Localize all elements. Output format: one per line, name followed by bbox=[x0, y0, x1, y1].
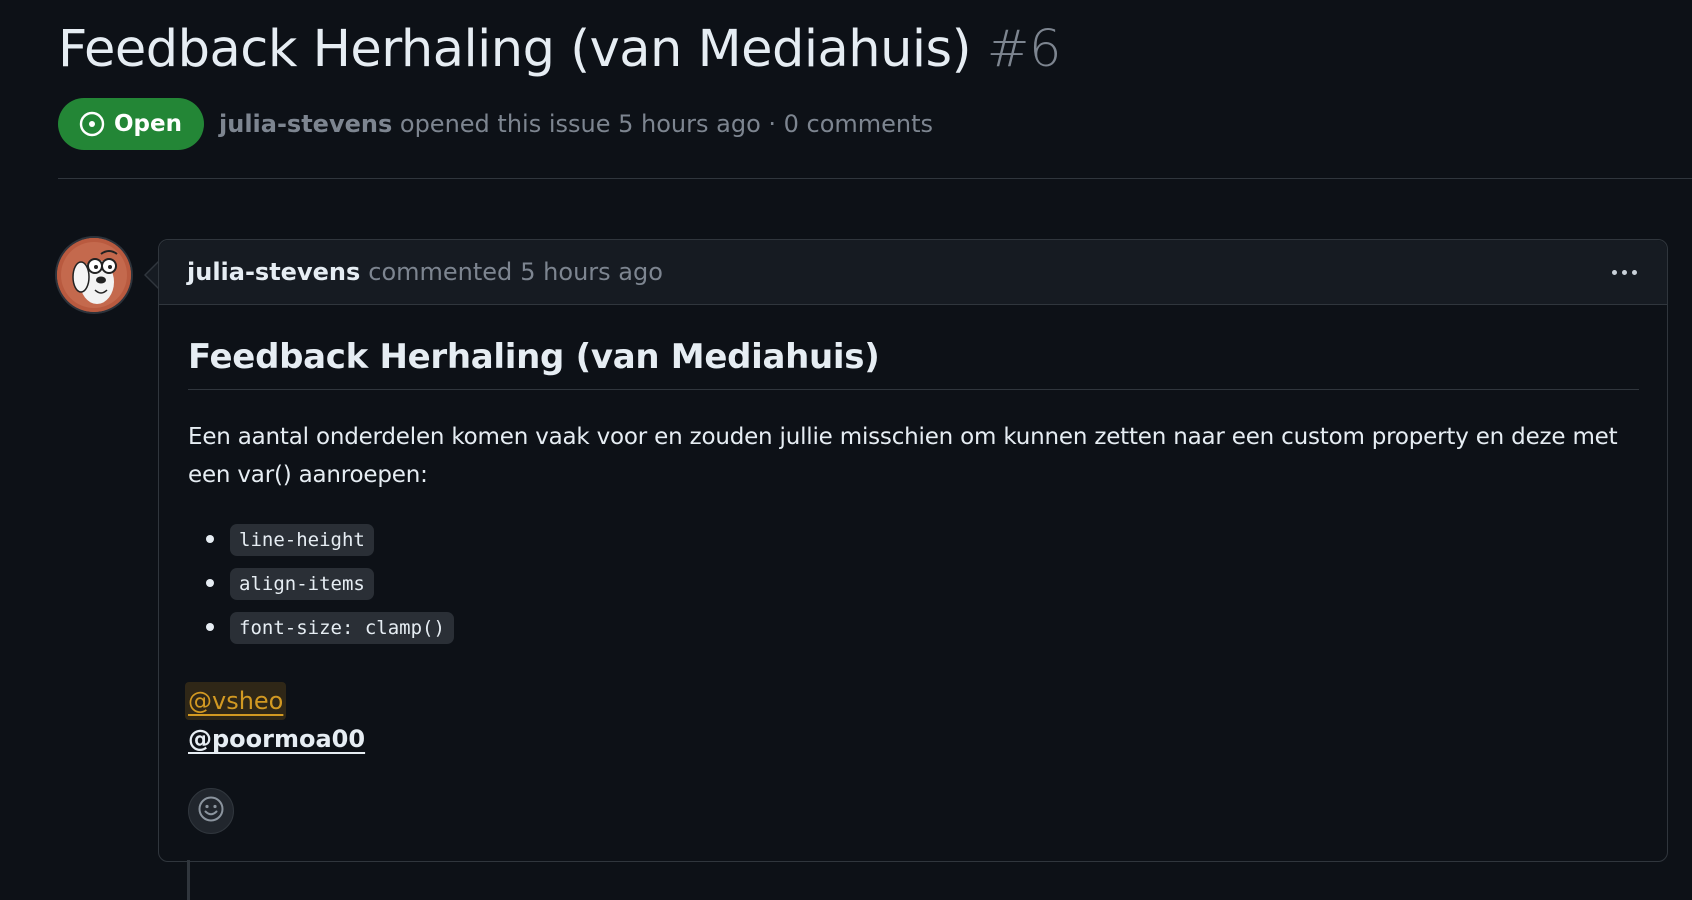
property-list: line-height align-items font-size: clamp… bbox=[188, 518, 1639, 650]
avatar[interactable] bbox=[57, 238, 131, 312]
comment-action: commented bbox=[368, 258, 513, 286]
issue-author-link[interactable]: julia-stevens bbox=[219, 110, 392, 138]
comment-paragraph: Een aantal onderdelen komen vaak voor en… bbox=[188, 424, 1618, 488]
comment-box: julia-stevens commented 5 hours ago Feed… bbox=[158, 239, 1668, 862]
kebab-dot bbox=[1632, 269, 1637, 275]
code-snippet: line-height bbox=[230, 524, 374, 556]
smiley-icon bbox=[197, 795, 225, 827]
kebab-horizontal-icon[interactable] bbox=[1608, 262, 1641, 283]
list-item: align-items bbox=[206, 562, 1639, 606]
code-snippet: align-items bbox=[230, 568, 374, 600]
user-mention-vsheo[interactable]: @vsheo bbox=[185, 682, 287, 720]
list-item: line-height bbox=[206, 518, 1639, 562]
status-badge: Open bbox=[58, 98, 204, 150]
code-snippet: font-size: clamp() bbox=[230, 612, 454, 644]
issue-header: Feedback Herhaling (van Mediahuis) #6 bbox=[58, 14, 1692, 86]
issue-opened-info: opened this issue 5 hours ago · 0 commen… bbox=[399, 110, 934, 138]
issue-meta-text: julia-stevens opened this issue 5 hours … bbox=[219, 110, 933, 138]
add-reaction-button[interactable] bbox=[188, 788, 234, 834]
list-bullet bbox=[206, 579, 214, 587]
issue-opened-icon bbox=[79, 111, 105, 137]
comment-heading: Feedback Herhaling (van Mediahuis) bbox=[188, 337, 1639, 390]
list-bullet bbox=[206, 535, 214, 543]
mentions: @vsheo @poormoa00 bbox=[185, 682, 1639, 758]
comment-timestamp[interactable]: 5 hours ago bbox=[520, 258, 663, 286]
comment-author-link[interactable]: julia-stevens bbox=[187, 258, 360, 286]
issue-number: #6 bbox=[986, 20, 1062, 79]
header-divider bbox=[58, 178, 1692, 179]
timeline-line bbox=[187, 860, 190, 900]
comment-body: Feedback Herhaling (van Mediahuis) Een a… bbox=[159, 305, 1667, 834]
kebab-dot bbox=[1612, 269, 1617, 275]
issue-meta: Open julia-stevens opened this issue 5 h… bbox=[58, 98, 933, 150]
user-mention-poormoa00[interactable]: @poormoa00 bbox=[188, 720, 365, 758]
issue-title-text: Feedback Herhaling (van Mediahuis) bbox=[58, 20, 972, 79]
kebab-dot bbox=[1622, 269, 1627, 275]
issue-title: Feedback Herhaling (van Mediahuis) #6 bbox=[58, 14, 1692, 86]
list-item: font-size: clamp() bbox=[206, 606, 1639, 650]
comment-header: julia-stevens commented 5 hours ago bbox=[159, 240, 1667, 305]
status-label: Open bbox=[114, 111, 182, 137]
list-bullet bbox=[206, 623, 214, 631]
